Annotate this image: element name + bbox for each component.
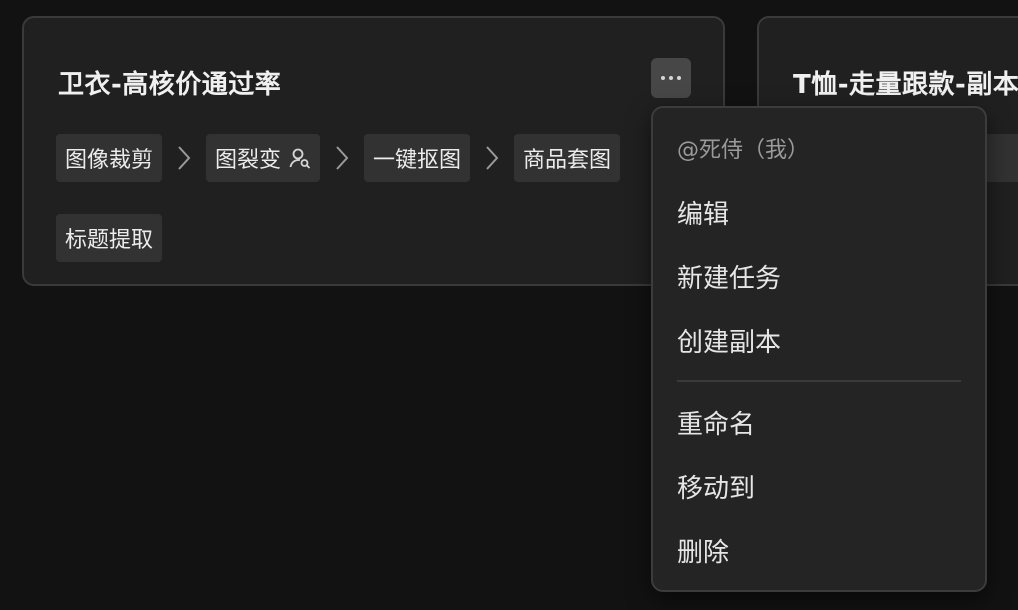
card-title: 卫衣-高核价通过率 xyxy=(58,70,282,100)
chevron-right-icon xyxy=(162,134,206,182)
step-label: 图裂变 xyxy=(215,148,282,173)
workflow-steps: 图像裁剪 图裂变 一键抠图 商品套图 标题提取 xyxy=(56,134,696,262)
menu-item-rename[interactable]: 重命名 xyxy=(677,404,755,441)
menu-item-duplicate[interactable]: 创建副本 xyxy=(677,322,781,359)
menu-item-move-to[interactable]: 移动到 xyxy=(677,468,755,505)
menu-owner-label: @死侍（我） xyxy=(677,138,810,163)
step-label: 标题提取 xyxy=(65,228,154,253)
more-dot xyxy=(669,76,673,80)
chevron-right-icon xyxy=(470,134,514,182)
more-dot xyxy=(677,76,681,80)
step-label: 一键抠图 xyxy=(373,148,462,173)
step-label: 图像裁剪 xyxy=(65,148,154,173)
more-options-button[interactable] xyxy=(651,58,691,98)
card-title: T恤-走量跟款-副本 xyxy=(793,70,1018,100)
step-chip-one-click-cutout[interactable]: 一键抠图 xyxy=(364,134,471,182)
menu-item-delete[interactable]: 删除 xyxy=(677,532,729,569)
menu-divider xyxy=(677,380,961,382)
user-search-icon xyxy=(289,147,311,169)
workflow-card-1[interactable]: 卫衣-高核价通过率 图像裁剪 图裂变 一键抠图 商品套图 标题提取 xyxy=(22,16,725,286)
chevron-right-icon xyxy=(320,134,364,182)
menu-item-edit[interactable]: 编辑 xyxy=(677,194,729,231)
step-chip-product-set[interactable]: 商品套图 xyxy=(514,134,621,182)
step-chip-title-extract[interactable]: 标题提取 xyxy=(56,214,163,262)
step-chip-image-crop[interactable]: 图像裁剪 xyxy=(56,134,163,182)
step-label: 商品套图 xyxy=(523,148,612,173)
step-chip-image-fission[interactable]: 图裂变 xyxy=(206,134,321,182)
context-menu: @死侍（我） 编辑 新建任务 创建副本 重命名 移动到 删除 xyxy=(651,106,987,592)
menu-item-new-task[interactable]: 新建任务 xyxy=(677,258,781,295)
more-dot xyxy=(661,76,665,80)
